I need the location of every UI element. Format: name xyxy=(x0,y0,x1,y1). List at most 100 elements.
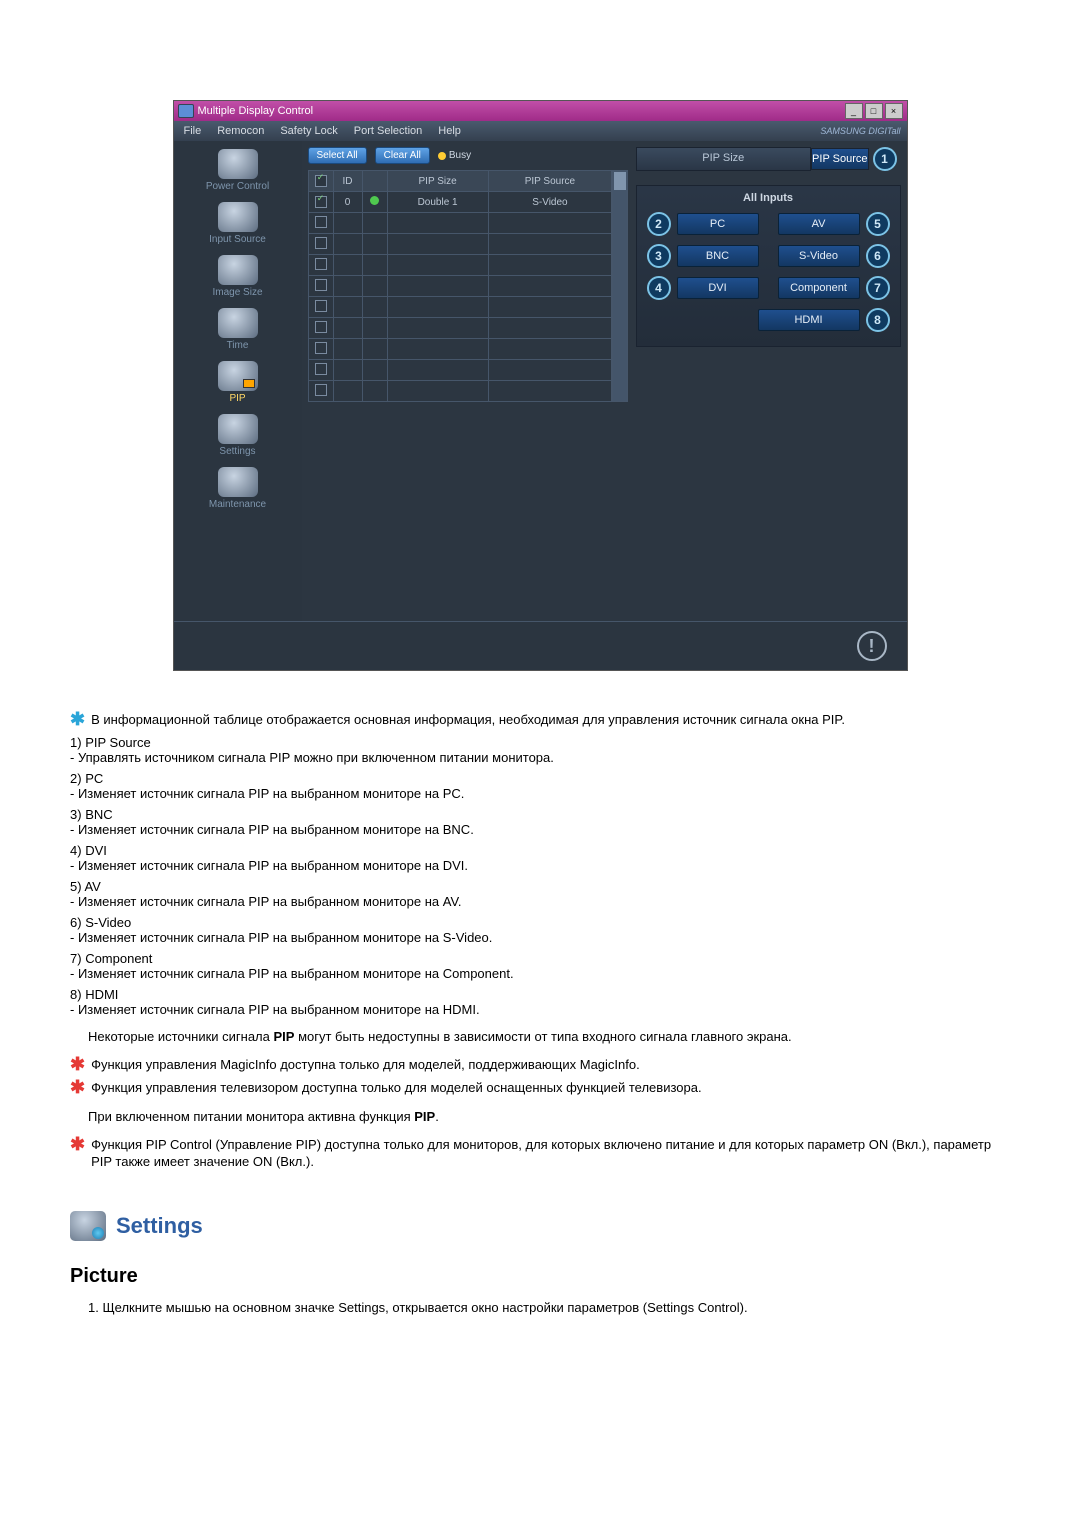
list-item: 7) Component- Изменяет источник сигнала … xyxy=(70,951,1010,981)
message-1: Некоторые источники сигнала PIP могут бы… xyxy=(88,1029,1010,1044)
table-col-id: ID xyxy=(333,171,362,192)
note-tv: Функция управления телевизором доступна … xyxy=(91,1079,1010,1097)
sidebar-item-label: Image Size xyxy=(178,287,298,298)
callout-8: 8 xyxy=(866,308,890,332)
sidebar-item-power-control[interactable]: Power Control xyxy=(178,149,298,192)
note-magicinfo: Функция управления MagicInfo доступна то… xyxy=(91,1056,1010,1074)
callout-5: 5 xyxy=(866,212,890,236)
alert-icon: ! xyxy=(857,631,887,661)
input-av-button[interactable]: AV xyxy=(778,213,860,235)
menu-safety-lock[interactable]: Safety Lock xyxy=(272,125,345,137)
busy-label-text: Busy xyxy=(449,150,471,161)
pip-icon xyxy=(218,361,258,391)
table-row[interactable] xyxy=(308,318,612,339)
sidebar-item-label: Settings xyxy=(178,446,298,457)
table-col-status xyxy=(362,171,387,192)
input-svideo-button[interactable]: S-Video xyxy=(778,245,860,267)
table-col-pip-source: PIP Source xyxy=(488,171,612,192)
status-bar: ! xyxy=(174,621,907,670)
app-icon xyxy=(178,104,194,118)
table-row[interactable] xyxy=(308,213,612,234)
sidebar-item-maintenance[interactable]: Maintenance xyxy=(178,467,298,510)
sidebar-item-settings[interactable]: Settings xyxy=(178,414,298,457)
busy-indicator: Busy xyxy=(438,150,471,161)
table-row[interactable]: 0Double 1S-Video xyxy=(308,192,612,213)
table-row[interactable] xyxy=(308,276,612,297)
step-1: 1. Щелкните мышью на основном значке Set… xyxy=(88,1300,1010,1315)
callout-6: 6 xyxy=(866,244,890,268)
input-bnc-button[interactable]: BNC xyxy=(677,245,759,267)
close-button[interactable]: × xyxy=(885,103,903,119)
star-icon: ✱ xyxy=(70,711,85,727)
sidebar: Power Control Input Source Image Size Ti… xyxy=(174,141,302,621)
input-source-icon xyxy=(218,202,258,232)
minimize-button[interactable]: _ xyxy=(845,103,863,119)
callout-7: 7 xyxy=(866,276,890,300)
select-all-button[interactable]: Select All xyxy=(308,147,367,164)
menu-remocon[interactable]: Remocon xyxy=(209,125,272,137)
brand-logo: SAMSUNG DIGITall xyxy=(820,126,904,136)
sidebar-item-image-size[interactable]: Image Size xyxy=(178,255,298,298)
sidebar-item-label: Maintenance xyxy=(178,499,298,510)
callout-2: 2 xyxy=(647,212,671,236)
table-row[interactable] xyxy=(308,297,612,318)
table-row[interactable] xyxy=(308,234,612,255)
input-pc-button[interactable]: PC xyxy=(677,213,759,235)
menu-port-selection[interactable]: Port Selection xyxy=(346,125,430,137)
list-item: 6) S-Video- Изменяет источник сигнала PI… xyxy=(70,915,1010,945)
table-row[interactable] xyxy=(308,360,612,381)
table-row[interactable] xyxy=(308,381,612,402)
list-item: 8) HDMI- Изменяет источник сигнала PIP н… xyxy=(70,987,1010,1017)
maximize-button[interactable]: □ xyxy=(865,103,883,119)
star-icon: ✱ xyxy=(70,1136,85,1152)
intro-note: В информационной таблице отображается ос… xyxy=(91,711,1010,729)
menu-help[interactable]: Help xyxy=(430,125,469,137)
list-item: 1) PIP Source- Управлять источником сигн… xyxy=(70,735,1010,765)
display-table: ID PIP Size PIP Source 0Double 1S-Video xyxy=(308,170,613,402)
table-col-check[interactable] xyxy=(308,171,333,192)
settings-section-icon xyxy=(70,1211,106,1241)
sidebar-item-time[interactable]: Time xyxy=(178,308,298,351)
maintenance-icon xyxy=(218,467,258,497)
app-window: Multiple Display Control _ □ × File Remo… xyxy=(173,100,908,671)
title-bar: Multiple Display Control _ □ × xyxy=(174,101,907,121)
table-scrollbar[interactable] xyxy=(612,170,627,402)
sidebar-item-label: Time xyxy=(178,340,298,351)
menu-file[interactable]: File xyxy=(176,125,210,137)
inputs-panel-title: All Inputs xyxy=(643,192,894,204)
message-2: При включенном питании монитора активна … xyxy=(88,1109,1010,1124)
image-size-icon xyxy=(218,255,258,285)
sidebar-item-label: Power Control xyxy=(178,181,298,192)
callout-4: 4 xyxy=(647,276,671,300)
star-icon: ✱ xyxy=(70,1079,85,1095)
list-item: 4) DVI- Изменяет источник сигнала PIP на… xyxy=(70,843,1010,873)
input-hdmi-button[interactable]: HDMI xyxy=(758,309,860,331)
menu-bar: File Remocon Safety Lock Port Selection … xyxy=(174,121,907,141)
list-item: 5) AV- Изменяет источник сигнала PIP на … xyxy=(70,879,1010,909)
table-row[interactable] xyxy=(308,339,612,360)
sidebar-item-input-source[interactable]: Input Source xyxy=(178,202,298,245)
busy-dot-icon xyxy=(438,152,446,160)
note-pip-control: Функция PIP Control (Управление PIP) дос… xyxy=(91,1136,1010,1171)
numbered-list: 1) PIP Source- Управлять источником сигн… xyxy=(70,735,1010,1017)
tab-pip-size[interactable]: PIP Size xyxy=(636,147,812,171)
inputs-panel: All Inputs 2 PC AV 5 3 BNC S-Video 6 4 DVI Co… xyxy=(636,185,901,347)
table-row[interactable] xyxy=(308,255,612,276)
callout-3: 3 xyxy=(647,244,671,268)
window-title: Multiple Display Control xyxy=(198,105,314,117)
clear-all-button[interactable]: Clear All xyxy=(375,147,430,164)
table-col-pip-size: PIP Size xyxy=(387,171,488,192)
power-control-icon xyxy=(218,149,258,179)
input-dvi-button[interactable]: DVI xyxy=(677,277,759,299)
star-icon: ✱ xyxy=(70,1056,85,1072)
list-item: 2) PC- Изменяет источник сигнала PIP на … xyxy=(70,771,1010,801)
section-title: Settings xyxy=(116,1213,203,1239)
callout-1: 1 xyxy=(873,147,897,171)
settings-icon xyxy=(218,414,258,444)
sidebar-item-pip[interactable]: PIP xyxy=(178,361,298,404)
time-icon xyxy=(218,308,258,338)
tab-pip-source[interactable]: PIP Source xyxy=(811,148,868,170)
sidebar-item-label: PIP xyxy=(178,393,298,404)
input-component-button[interactable]: Component xyxy=(778,277,860,299)
list-item: 3) BNC- Изменяет источник сигнала PIP на… xyxy=(70,807,1010,837)
